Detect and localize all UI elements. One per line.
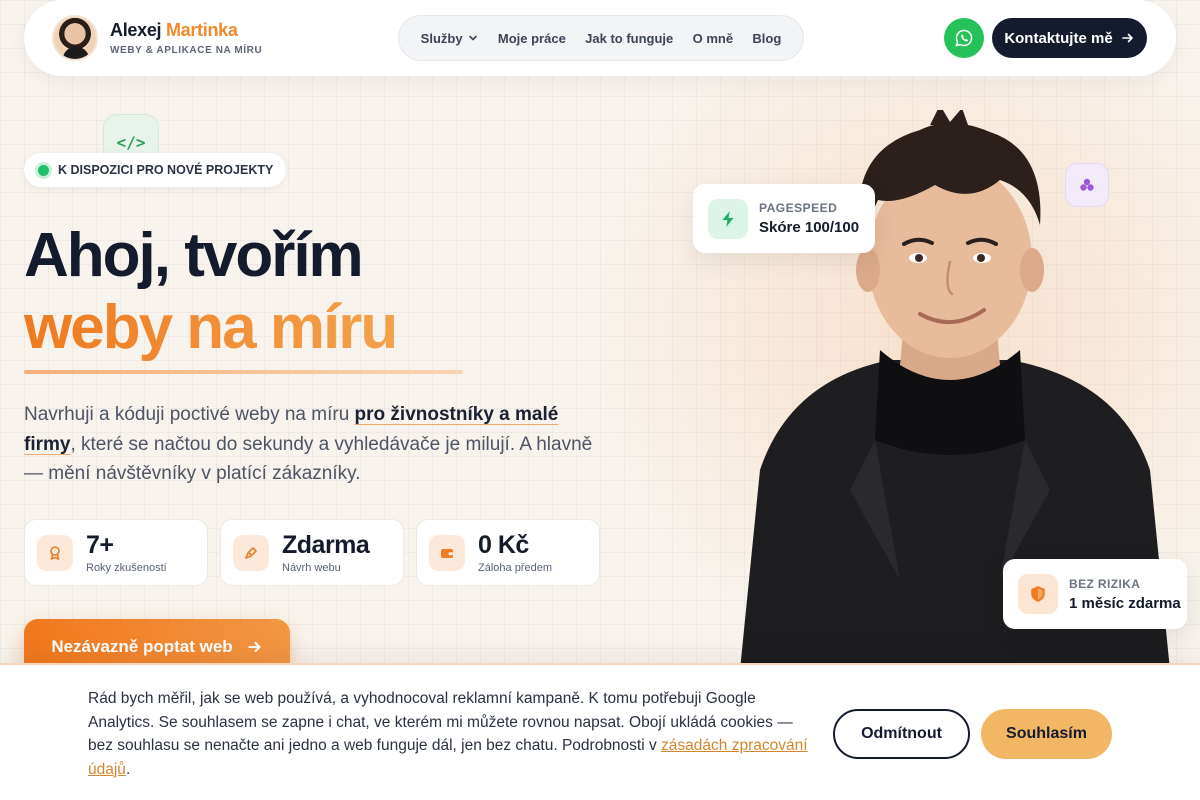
accept-button-label: Souhlasím xyxy=(1006,725,1087,742)
lead-text-end: , které se načtou do sekundy a vyhledáva… xyxy=(24,433,593,485)
menu-item-label: Jak to funguje xyxy=(585,30,674,46)
decline-button-label: Odmítnout xyxy=(861,725,942,742)
stat-value: Zdarma xyxy=(282,530,370,559)
stat-card-deposit: 0 Kč Záloha předem xyxy=(416,519,600,586)
stat-card-experience: 7+ Roky zkušeností xyxy=(24,519,208,586)
chevron-down-icon xyxy=(468,35,477,41)
shield-icon xyxy=(1018,574,1058,614)
pagespeed-label: PAGESPEED xyxy=(759,201,838,215)
navbar: Alexej Martinka WEBY & APLIKACE NA MÍRU … xyxy=(24,0,1176,76)
menu-item-label: Blog xyxy=(752,30,782,46)
lead-text: Navrhuji a kóduji poctivé weby na míru xyxy=(24,404,355,425)
risk-label: BEZ RIZIKA xyxy=(1069,576,1141,591)
stat-label: Záloha předem xyxy=(478,561,552,574)
brand-last-name: Martinka xyxy=(165,20,238,40)
headline-underline xyxy=(24,370,463,374)
wallet-icon xyxy=(429,534,465,571)
cookie-message-end: . xyxy=(125,760,131,778)
risk-free-card: BEZ RIZIKA 1 měsíc zdarma xyxy=(1003,559,1187,629)
stat-value: 0 Kč xyxy=(478,530,529,559)
brand-logo[interactable]: Alexej Martinka WEBY & APLIKACE NA MÍRU xyxy=(52,15,262,61)
stat-card-design: Zdarma Návrh webu xyxy=(220,519,404,586)
risk-value: 1 měsíc zdarma xyxy=(1069,594,1181,612)
whatsapp-icon xyxy=(955,29,973,47)
contact-button-label: Kontaktujte mě xyxy=(1004,29,1113,47)
brand-tagline: WEBY & APLIKACE NA MÍRU xyxy=(110,45,263,56)
lightning-icon xyxy=(708,198,748,239)
pen-tool-icon xyxy=(233,534,269,571)
menu-item-sluzby[interactable]: Služby xyxy=(421,31,479,46)
contact-button[interactable]: Kontaktujte mě xyxy=(992,18,1147,58)
whatsapp-button[interactable] xyxy=(944,18,984,58)
headline-line1: Ahoj, tvořím xyxy=(24,221,364,290)
menu-item-label: O mně xyxy=(692,30,734,46)
avatar xyxy=(52,15,98,61)
cookie-banner: Rád bych měřil, jak se web používá, a vy… xyxy=(0,663,1200,800)
availability-badge: K DISPOZICI PRO NOVÉ PROJEKTY xyxy=(24,153,286,187)
stat-label: Roky zkušeností xyxy=(86,561,167,574)
arrow-right-icon xyxy=(247,641,261,653)
cookie-text: Rád bych měřil, jak se web používá, a vy… xyxy=(88,687,808,781)
menu-item-o-mne[interactable]: O mně xyxy=(693,31,733,46)
menu-item-moje-prace[interactable]: Moje práce xyxy=(498,31,566,46)
pagespeed-value: Skóre 100/100 xyxy=(759,219,860,236)
accept-button[interactable]: Souhlasím xyxy=(981,709,1112,759)
main-menu: Služby Moje práce Jak to funguje O mně B… xyxy=(398,15,804,61)
availability-text: K DISPOZICI PRO NOVÉ PROJEKTY xyxy=(58,163,274,177)
menu-item-label: Moje práce xyxy=(497,30,566,46)
headline-line2: weby na míru xyxy=(24,293,398,362)
menu-item-jak-to-funguje[interactable]: Jak to funguje xyxy=(585,31,673,46)
stat-label: Návrh webu xyxy=(282,561,341,574)
menu-item-blog[interactable]: Blog xyxy=(752,31,781,46)
status-dot-icon xyxy=(38,164,49,176)
decline-button[interactable]: Odmítnout xyxy=(833,709,970,759)
arrow-right-icon xyxy=(1121,33,1133,43)
award-icon xyxy=(37,534,73,571)
hero-lead: Navrhuji a kóduji poctivé weby na míru p… xyxy=(24,400,604,489)
stat-value: 7+ xyxy=(86,530,114,559)
brand-first-name: Alexej xyxy=(110,20,162,40)
shapes-icon xyxy=(1065,163,1109,207)
brand-name: Alexej Martinka xyxy=(110,20,262,41)
pagespeed-card: PAGESPEED Skóre 100/100 xyxy=(693,184,875,253)
menu-item-label: Služby xyxy=(420,30,463,46)
inquire-button-label: Nezávazně poptat web xyxy=(51,637,233,656)
